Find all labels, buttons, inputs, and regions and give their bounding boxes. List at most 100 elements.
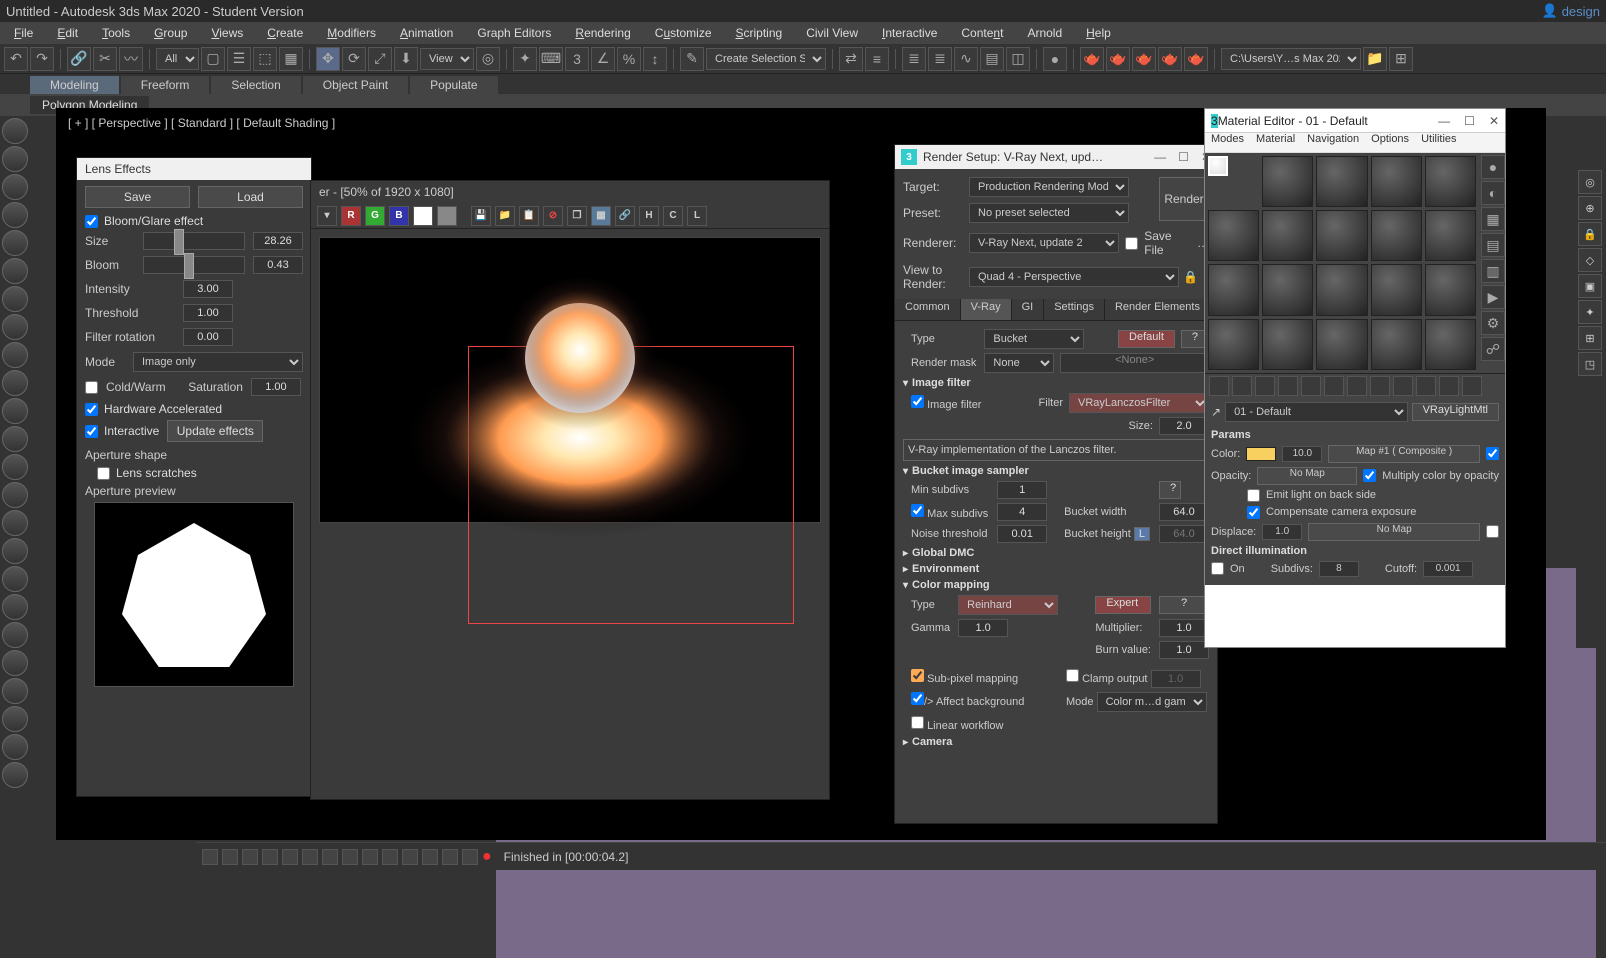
interactive-render-icon[interactable]: 🫖 (1158, 47, 1182, 71)
adaptive-icon[interactable]: ▣ (1578, 274, 1602, 298)
menu-views[interactable]: Views (203, 26, 251, 40)
save-button[interactable]: Save (85, 186, 190, 208)
filter-size-spinner[interactable] (1159, 417, 1209, 435)
material-slot-4[interactable] (1371, 156, 1422, 207)
put-to-scene-icon[interactable] (1232, 376, 1252, 396)
edit-named-sel-icon[interactable]: ✎ (680, 47, 704, 71)
project-path-dropdown[interactable]: C:\Users\Y…s Max 2020 (1221, 48, 1361, 70)
direct-on-checkbox[interactable] (1211, 562, 1224, 575)
default-button[interactable]: Default (1118, 330, 1175, 348)
spinner-snap-icon[interactable]: ↕ (643, 47, 667, 71)
layer-icon[interactable]: ≣ (902, 47, 926, 71)
material-slot-2[interactable] (1262, 156, 1313, 207)
make-preview-icon[interactable]: ▶ (1481, 285, 1505, 309)
linear-workflow-checkbox[interactable]: Linear workflow (911, 716, 1054, 732)
expert-button[interactable]: Expert (1095, 596, 1151, 614)
left-tool-4[interactable] (2, 202, 28, 228)
mirror-icon[interactable]: ⇄ (839, 47, 863, 71)
lens-scratches-checkbox[interactable]: Lens scratches (85, 466, 303, 480)
go-parent-icon[interactable] (1439, 376, 1459, 396)
video-check-icon[interactable]: ▥ (1481, 259, 1505, 283)
ribbon-freeform[interactable]: Freeform (121, 76, 210, 94)
workspace-icon[interactable]: ⊞ (1389, 47, 1413, 71)
menu-grapheditors[interactable]: Graph Editors (469, 26, 559, 40)
mat-maximize-icon[interactable]: ☐ (1464, 114, 1475, 128)
unlink-icon[interactable]: ✂ (93, 47, 117, 71)
left-tool-8[interactable] (2, 314, 28, 340)
menu-edit[interactable]: Edit (49, 26, 86, 40)
material-slot-1[interactable] (1208, 156, 1228, 176)
savefile-checkbox[interactable] (1125, 237, 1138, 250)
tl-icon-10[interactable] (382, 849, 398, 865)
tl-icon-2[interactable] (222, 849, 238, 865)
vfb-color-icon[interactable]: C (663, 206, 683, 226)
link-pdp-icon[interactable]: 🔗 (615, 206, 635, 226)
menu-civilview[interactable]: Civil View (798, 26, 866, 40)
rect-select-icon[interactable]: ⬚ (253, 47, 277, 71)
tl-icon-6[interactable] (302, 849, 318, 865)
max-subdivs-spinner[interactable] (997, 503, 1047, 521)
duplicate-icon[interactable]: ❐ (567, 206, 587, 226)
dope-sheet-icon[interactable]: ▤ (980, 47, 1004, 71)
displace-enable[interactable] (1486, 525, 1499, 538)
bloom-slider[interactable] (143, 256, 245, 274)
vfb-history-icon[interactable]: H (639, 206, 659, 226)
coldwarm-checkbox[interactable] (85, 381, 98, 394)
menu-create[interactable]: Create (259, 26, 311, 40)
menu-arnold[interactable]: Arnold (1019, 26, 1070, 40)
environment-rollout[interactable]: Environment (903, 563, 1209, 575)
preset-dropdown[interactable]: No preset selected (969, 203, 1129, 223)
renderer-dropdown[interactable]: V-Ray Next, update 2 (969, 233, 1119, 253)
mult-opacity-checkbox[interactable] (1363, 469, 1376, 482)
channel-drop-icon[interactable]: ▾ (317, 206, 337, 226)
undo-icon[interactable]: ↶ (4, 47, 28, 71)
saturation-spinner[interactable] (251, 378, 301, 396)
menu-scripting[interactable]: Scripting (728, 26, 791, 40)
tl-icon-7[interactable] (322, 849, 338, 865)
viewport-label[interactable]: [ + ] [ Perspective ] [ Standard ] [ Def… (62, 114, 341, 132)
size-slider[interactable] (143, 232, 245, 250)
emit-backside-checkbox[interactable]: Emit light on back side (1211, 489, 1499, 502)
minimize-icon[interactable]: — (1154, 150, 1166, 164)
filter-dropdown[interactable]: VRayLanczosFilter (1069, 393, 1209, 413)
material-slot-3[interactable] (1316, 156, 1367, 207)
curve-editor-icon[interactable]: ∿ (954, 47, 978, 71)
percent-snap-icon[interactable]: % (617, 47, 641, 71)
placement-icon[interactable]: ⬇ (394, 47, 418, 71)
material-editor-icon[interactable]: ● (1043, 47, 1067, 71)
menu-tools[interactable]: Tools (94, 26, 138, 40)
clamp-spinner[interactable] (1151, 670, 1201, 688)
image-filter-checkbox[interactable]: Image filter (911, 395, 981, 411)
left-tool-3[interactable] (2, 174, 28, 200)
left-tool-24[interactable] (2, 762, 28, 788)
vfb-lens-icon[interactable]: L (687, 206, 707, 226)
left-tool-10[interactable] (2, 370, 28, 396)
mat-id-icon[interactable] (1370, 376, 1390, 396)
material-slot-16[interactable] (1208, 319, 1259, 370)
lock-view-icon[interactable]: 🔒 (1183, 270, 1198, 284)
make-unique-icon[interactable] (1324, 376, 1344, 396)
left-tool-5[interactable] (2, 230, 28, 256)
material-slot-7[interactable] (1262, 210, 1313, 261)
tab-settings[interactable]: Settings (1044, 299, 1105, 320)
pivot-icon[interactable]: ◎ (476, 47, 500, 71)
material-type-button[interactable]: VRayLightMtl (1412, 403, 1499, 421)
get-material-icon[interactable] (1209, 376, 1229, 396)
material-slot-6[interactable] (1208, 210, 1259, 261)
opacity-map-button[interactable]: No Map (1257, 467, 1357, 485)
material-slot-11[interactable] (1208, 264, 1259, 315)
mat-close-icon[interactable]: ✕ (1489, 114, 1499, 128)
xview-icon[interactable]: ⊕ (1578, 196, 1602, 220)
left-tool-18[interactable] (2, 594, 28, 620)
assign-to-sel-icon[interactable] (1255, 376, 1275, 396)
help-bucket-button[interactable]: ? (1159, 481, 1181, 499)
render-prod-icon[interactable]: 🫖 (1132, 47, 1156, 71)
menu-content[interactable]: Content (953, 26, 1011, 40)
nav-1-icon[interactable]: ✦ (1578, 300, 1602, 324)
manipulate-icon[interactable]: ✦ (513, 47, 537, 71)
mat-menu-navigation[interactable]: Navigation (1307, 133, 1359, 152)
camera-rollout[interactable]: Camera (903, 736, 1209, 748)
global-dmc-rollout[interactable]: Global DMC (903, 547, 1209, 559)
color-map-enable[interactable] (1486, 447, 1499, 460)
gamma-spinner[interactable] (958, 619, 1008, 637)
